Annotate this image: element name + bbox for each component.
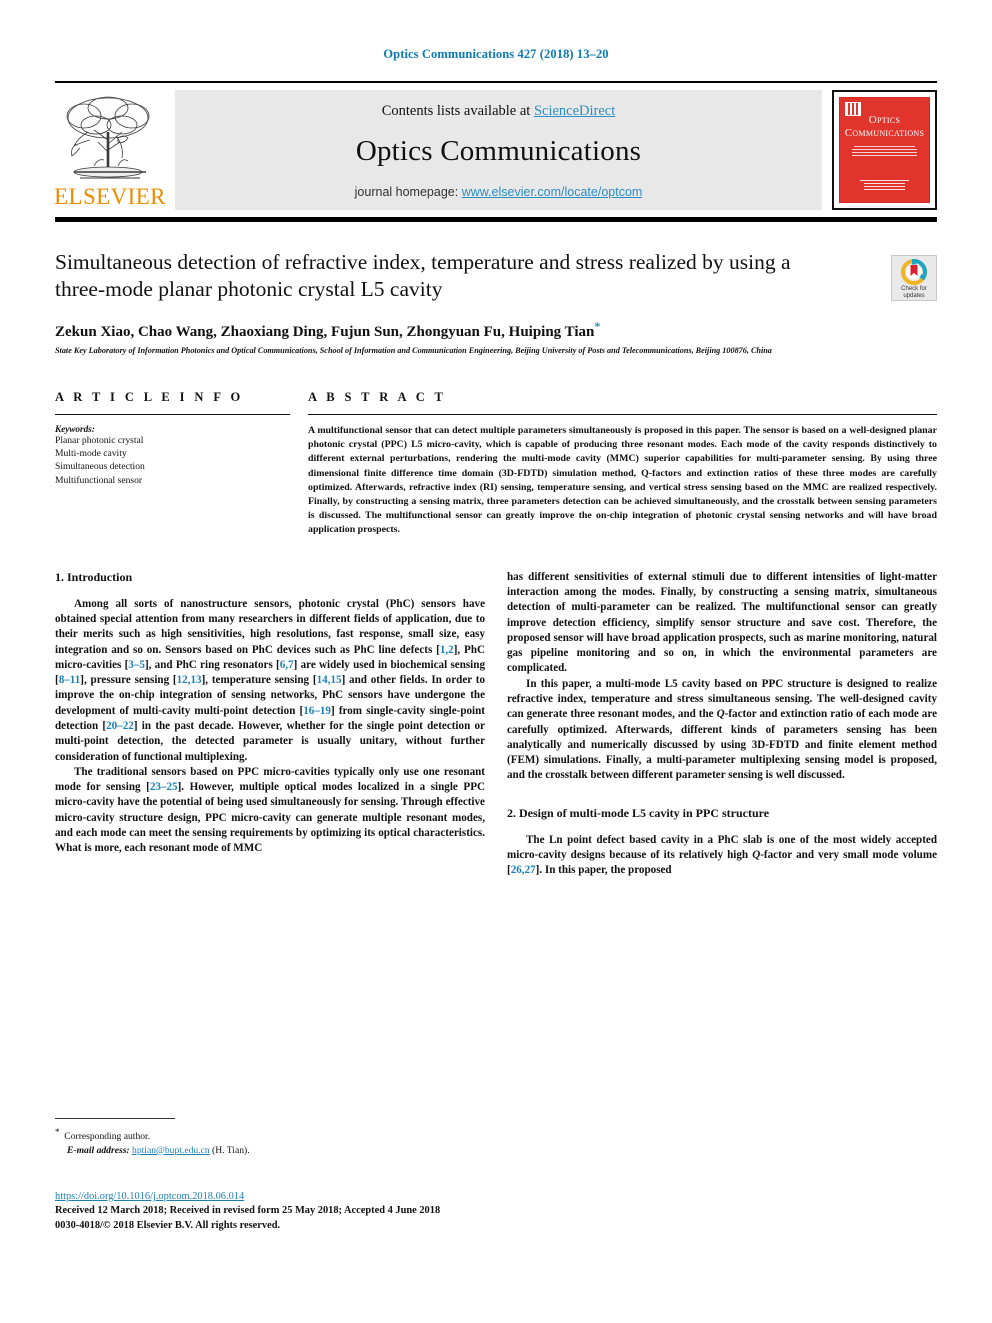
text-run: Among all sorts of nanostructure sensors… (55, 597, 485, 656)
email-link[interactable]: hptian@bupt.edu.cn (132, 1145, 210, 1156)
email-owner: (H. Tian). (212, 1144, 250, 1156)
cover-subtitle-lines (852, 149, 917, 156)
article-info-heading: A R T I C L E I N F O (55, 390, 244, 404)
keyword-item: Simultaneous detection (55, 461, 145, 473)
citation-link[interactable]: 23–25 (150, 781, 178, 793)
citation-link[interactable]: 3–5 (128, 659, 145, 671)
banner-bottom-rule (55, 217, 937, 222)
corresponding-author-marker: * (594, 319, 601, 333)
banner-center: Contents lists available at ScienceDirec… (175, 90, 822, 210)
citation-link[interactable]: 12,13 (177, 674, 202, 686)
article-info-rule (55, 414, 290, 415)
footnote-rule (55, 1118, 175, 1119)
footnote-block: * Corresponding author. E-mail address: … (55, 1118, 485, 1157)
crossmark-line2: updates (903, 293, 925, 299)
sciencedirect-link[interactable]: ScienceDirect (534, 103, 615, 119)
journal-cover-image: Optics Communications (839, 97, 930, 203)
citation-link[interactable]: 14,15 (317, 674, 342, 686)
citation-link[interactable]: 8–11 (59, 674, 81, 686)
right-column: has different sensitivities of external … (507, 570, 937, 879)
keyword-item: Planar photonic crystal (55, 435, 144, 446)
article-page: Optics Communications 427 (2018) 13–20 E… (0, 0, 992, 1323)
cover-footer-lines (864, 183, 905, 190)
italic-q: Q (716, 708, 725, 721)
keywords-label: Keywords: (55, 424, 95, 434)
paragraph: The traditional sensors based on PPC mic… (55, 765, 485, 857)
author-names: Zekun Xiao, Chao Wang, Zhaoxiang Ding, F… (55, 324, 595, 340)
column-gutter (485, 570, 507, 879)
abstract-column: A B S T R A C T A multifunctional sensor… (308, 390, 937, 538)
elsevier-wordmark: ELSEVIER (54, 184, 166, 209)
citation-link[interactable]: 1,2 (440, 644, 454, 656)
cover-title-line2: Communications (844, 127, 925, 139)
affiliation: State Key Laboratory of Information Phot… (55, 346, 772, 355)
crossmark-icon (901, 259, 927, 285)
footnote-star: * (55, 1127, 60, 1137)
section-heading-introduction: 1. Introduction (55, 569, 133, 584)
crossmark-badge[interactable]: Check for updates (891, 255, 937, 301)
page-title: Simultaneous detection of refractive ind… (55, 250, 791, 301)
abstract-rule (308, 414, 937, 415)
citation-link[interactable]: 16–19 (303, 705, 331, 717)
cover-title-line1: Optics (868, 114, 901, 126)
journal-homepage-link[interactable]: www.elsevier.com/locate/optcom (462, 185, 643, 199)
journal-banner: ELSEVIER Contents lists available at Sci… (54, 81, 937, 210)
section-heading-design: 2. Design of multi-mode L5 cavity in PPC… (507, 805, 770, 820)
copyright-line: 0030-4018/© 2018 Elsevier B.V. All right… (55, 1219, 281, 1231)
running-head: Optics Communications 427 (2018) 13–20 (383, 47, 609, 61)
cover-footer-divider (860, 180, 909, 181)
italic-q: Q (752, 849, 761, 862)
text-run: ], temperature sensing [ (201, 674, 317, 687)
email-note: E-mail address: hptian@bupt.edu.cn (H. T… (55, 1144, 485, 1157)
left-column: 1. Introduction Among all sorts of nanos… (55, 570, 485, 879)
abstract-text: A multifunctional sensor that can detect… (308, 425, 937, 536)
footer-block: https://doi.org/10.1016/j.optcom.2018.06… (55, 1186, 555, 1233)
author-list: Zekun Xiao, Chao Wang, Zhaoxiang Ding, F… (55, 319, 937, 341)
email-label: E-mail address: (67, 1144, 130, 1156)
paragraph: Among all sorts of nanostructure sensors… (55, 597, 485, 765)
article-info-column: A R T I C L E I N F O Keywords: Planar p… (55, 390, 290, 538)
corresponding-author-note: * Corresponding author. (55, 1126, 485, 1144)
citation-link[interactable]: 26,27 (511, 864, 536, 876)
homepage-prefix: journal homepage: (354, 185, 462, 199)
paragraph: The Ln point defect based cavity in a Ph… (507, 833, 937, 879)
contents-line: Contents lists available at ScienceDirec… (382, 103, 616, 120)
homepage-line: journal homepage: www.elsevier.com/locat… (355, 185, 643, 199)
article-history: Received 12 March 2018; Received in revi… (55, 1205, 441, 1216)
elsevier-logo: ELSEVIER (54, 90, 166, 210)
paragraph: In this paper, a multi-mode L5 cavity ba… (507, 677, 937, 784)
corresponding-author-text: Corresponding author. (64, 1131, 151, 1143)
citation-link[interactable]: 20–22 (106, 720, 134, 732)
title-block: Simultaneous detection of refractive ind… (55, 249, 937, 356)
cover-title: Optics Communications (840, 114, 929, 140)
crossmark-label: Check for updates (901, 286, 927, 300)
keyword-item: Multifunctional sensor (55, 474, 143, 486)
cover-divider (854, 146, 915, 147)
body-columns: 1. Introduction Among all sorts of nanos… (55, 570, 937, 879)
text-run: ], pressure sensing [ (80, 674, 177, 687)
journal-title: Optics Communications (355, 135, 642, 167)
column-gap (290, 390, 308, 538)
contents-prefix: Contents lists available at (381, 103, 534, 119)
elsevier-tree-icon (66, 96, 150, 179)
paragraph: has different sensitivities of external … (507, 570, 937, 675)
text-run: ], and PhC ring resonators [ (144, 658, 280, 671)
journal-cover-thumbnail: Optics Communications (832, 90, 937, 210)
info-abstract-row: A R T I C L E I N F O Keywords: Planar p… (55, 390, 937, 538)
doi-link[interactable]: https://doi.org/10.1016/j.optcom.2018.06… (55, 1191, 244, 1202)
crossmark-line1: Check for (901, 286, 927, 292)
abstract-heading: A B S T R A C T (308, 390, 447, 404)
citation-link[interactable]: 6,7 (280, 659, 294, 671)
keyword-item: Multi-mode cavity (55, 448, 127, 460)
text-run: ]. In this paper, the proposed (535, 864, 672, 877)
